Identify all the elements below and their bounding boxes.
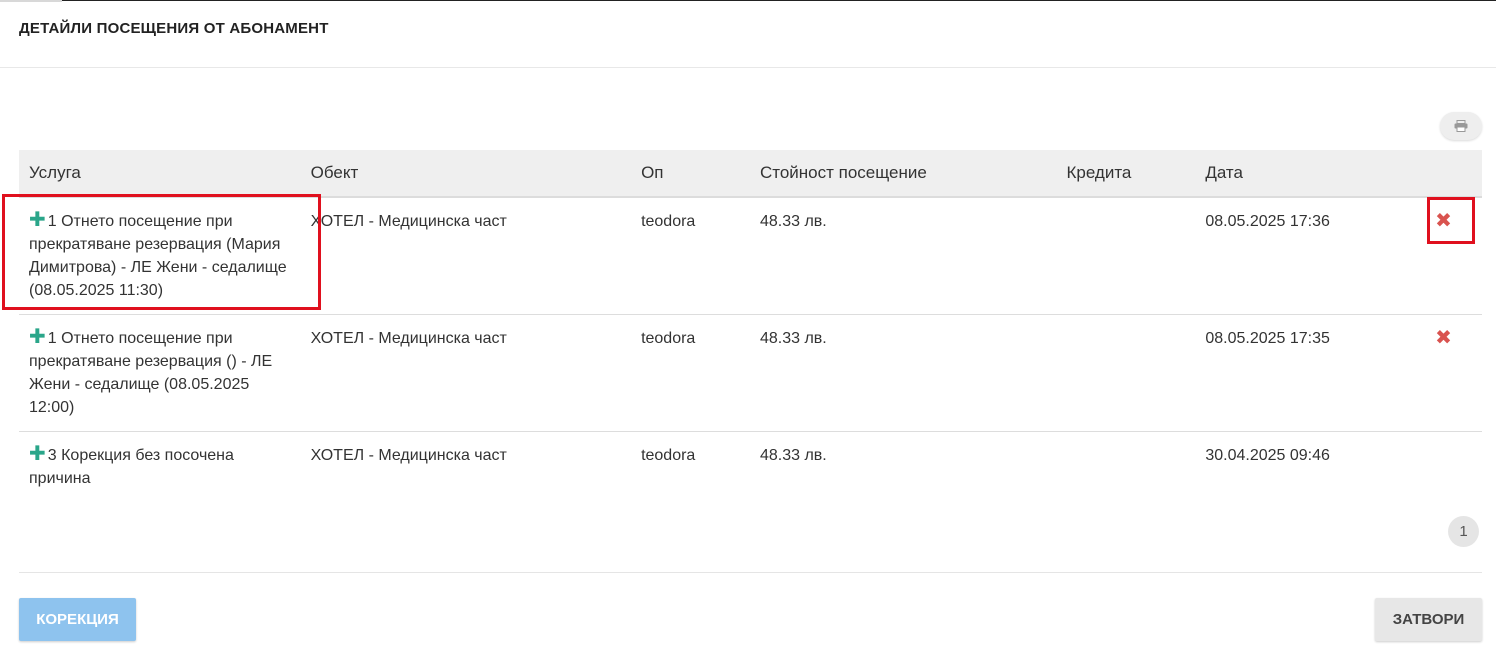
object-cell: ХОТЕЛ - Медицинска част: [308, 314, 632, 432]
highlight-box-service: [2, 194, 321, 310]
print-button[interactable]: [1440, 112, 1482, 140]
operator-cell: teodora: [631, 197, 750, 315]
plus-icon[interactable]: ✚: [29, 444, 46, 464]
service-cell: ✚ 1 Отнето посещение при прекратяване рез…: [19, 314, 309, 432]
column-header-credits[interactable]: Кредита: [1056, 150, 1196, 198]
close-button[interactable]: ЗАТВОРИ: [1375, 598, 1482, 641]
date-cell: 08.05.2025 17:36: [1195, 197, 1406, 315]
credits-cell: [1056, 314, 1196, 432]
column-header-object[interactable]: Обект: [308, 150, 632, 198]
value-cell: 48.33 лв.: [749, 314, 1057, 432]
credits-cell: [1056, 197, 1196, 315]
plus-icon[interactable]: ✚: [29, 327, 46, 347]
dialog-header: ДЕТАЙЛИ ПОСЕЩЕНИЯ ОТ АБОНАМЕНТ: [0, 0, 1496, 68]
column-header-date[interactable]: Дата: [1195, 150, 1406, 198]
operator-cell: teodora: [631, 314, 750, 432]
actions-cell: ✖: [1405, 314, 1482, 432]
highlight-box-delete: [1427, 197, 1475, 244]
print-icon: [1454, 120, 1468, 132]
service-cell: ✚ 3 Корекция без посочена причина: [19, 432, 309, 503]
footer-divider: [19, 572, 1482, 573]
table-row: ✚ 3 Корекция без посочена причина ХОТЕЛ -…: [19, 432, 1482, 503]
column-header-service[interactable]: Услуга: [19, 150, 309, 198]
actions-cell: [1405, 432, 1482, 503]
date-cell: 08.05.2025 17:35: [1195, 314, 1406, 432]
table-header-row: Услуга Обект Оп Стойност посещение Креди…: [19, 150, 1482, 198]
pagination-page[interactable]: 1: [1448, 516, 1479, 547]
service-text: 1 Отнето посещение при прекратяване резе…: [29, 330, 273, 416]
object-cell: ХОТЕЛ - Медицинска част: [310, 447, 507, 464]
table-row: ✚ 1 Отнето посещение при прекратяване рез…: [19, 314, 1482, 432]
column-header-actions: [1405, 150, 1482, 198]
value-cell: 48.33 лв.: [749, 197, 1057, 315]
correction-button[interactable]: КОРЕКЦИЯ: [19, 598, 136, 641]
column-header-operator[interactable]: Оп: [631, 150, 750, 198]
object-cell: ХОТЕЛ - Медицинска част: [308, 197, 632, 315]
service-text: 3 Корекция без посочена причина: [29, 447, 234, 487]
date-cell: 30.04.2025 09:46: [1205, 447, 1330, 464]
column-header-value[interactable]: Стойност посещение: [749, 150, 1057, 198]
dialog-title: ДЕТАЙЛИ ПОСЕЩЕНИЯ ОТ АБОНАМЕНТ: [19, 20, 329, 37]
delete-icon[interactable]: ✖: [1435, 327, 1452, 350]
value-cell: 48.33 лв.: [759, 447, 827, 464]
credits-cell: [1056, 432, 1195, 503]
operator-cell: teodora: [641, 447, 696, 464]
